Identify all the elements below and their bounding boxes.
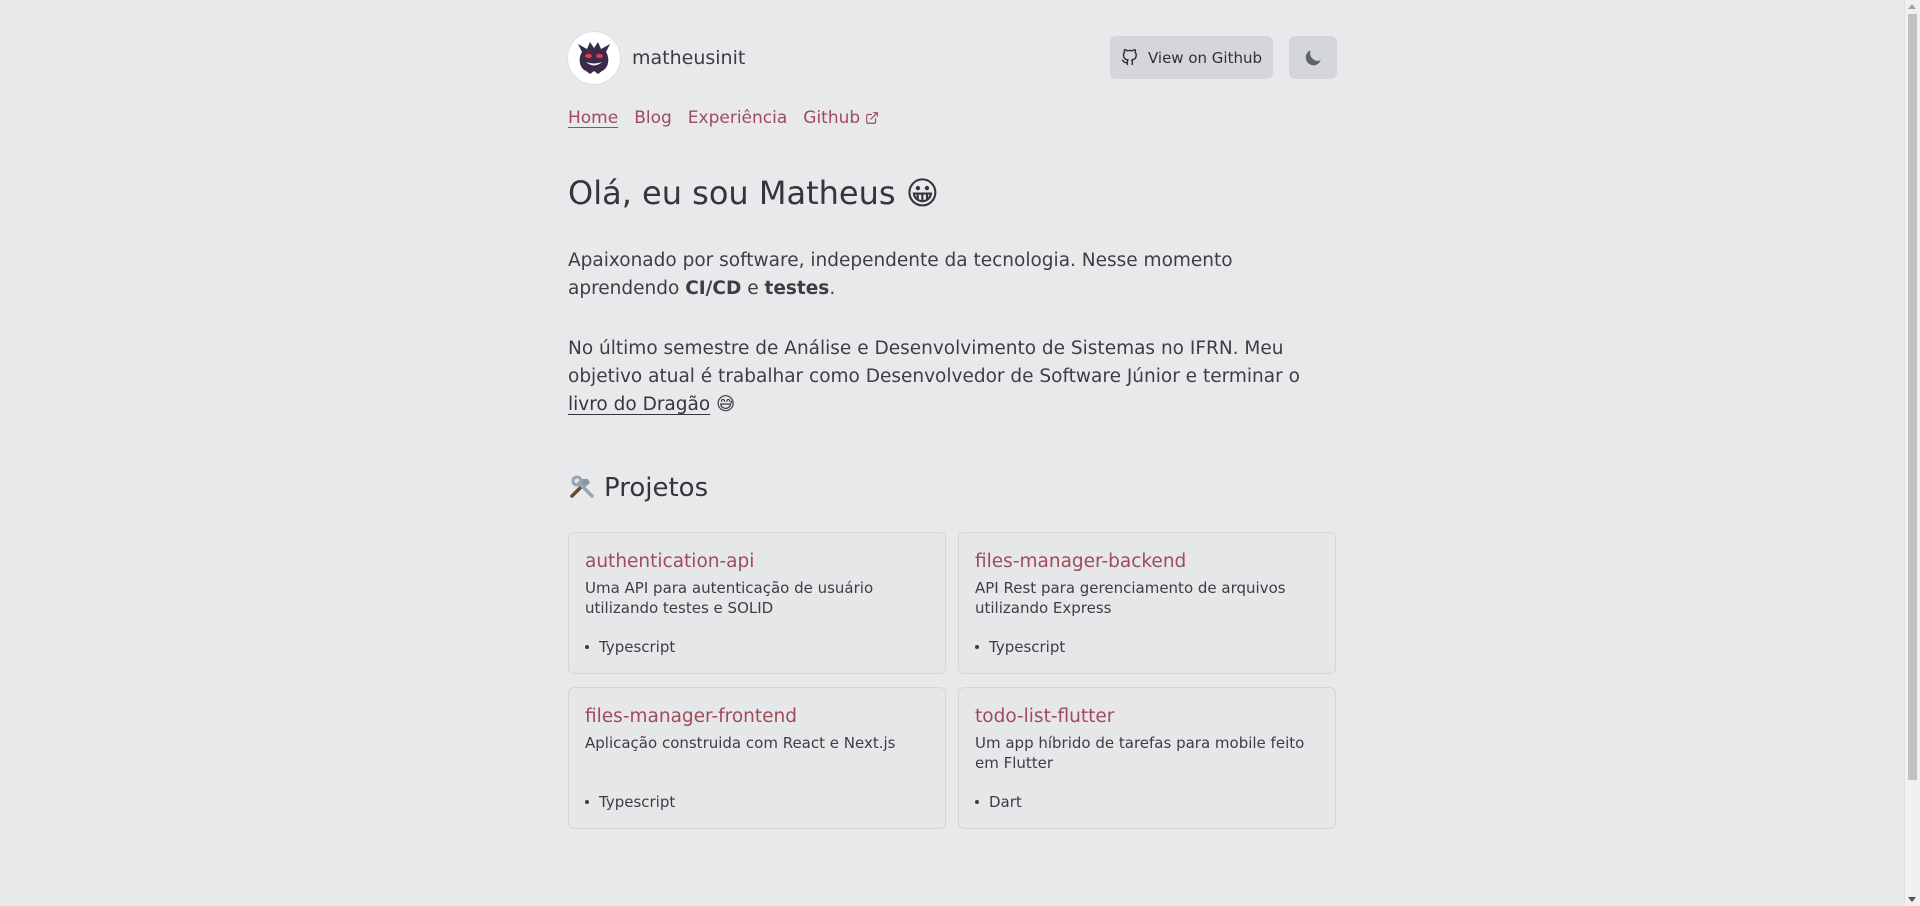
project-card-todo-list-flutter[interactable]: todo-list-flutter Um app híbrido de tare…: [958, 687, 1336, 829]
project-language: Typescript: [585, 793, 675, 811]
gengar-avatar-icon: [578, 42, 610, 74]
view-on-github-label: View on Github: [1147, 48, 1263, 67]
intro-ci-cd: CI/CD: [685, 278, 742, 299]
theme-toggle-button[interactable]: [1289, 36, 1337, 79]
intro-end: .: [829, 278, 836, 299]
project-language-label: Typescript: [989, 638, 1066, 656]
scrollbar-thumb[interactable]: [1908, 14, 1917, 780]
about-paragraph: No último semestre de Análise e Desenvol…: [568, 335, 1337, 419]
project-description: Um app híbrido de tarefas para mobile fe…: [975, 734, 1305, 772]
vertical-scrollbar[interactable]: [1904, 0, 1920, 906]
main-nav: Home Blog Experiência Github: [568, 108, 879, 128]
dragon-book-link[interactable]: livro do Dragão: [568, 394, 710, 415]
project-language-label: Typescript: [599, 638, 676, 656]
project-title[interactable]: todo-list-flutter: [975, 706, 1319, 727]
about-emoji: 😅: [710, 394, 736, 415]
project-card-files-manager-backend[interactable]: files-manager-backend API Rest para gere…: [958, 532, 1336, 674]
project-card-files-manager-frontend[interactable]: files-manager-frontend Aplicação constru…: [568, 687, 946, 829]
nav-item-experiencia[interactable]: Experiência: [688, 108, 788, 128]
project-title[interactable]: files-manager-frontend: [585, 706, 929, 727]
intro-mid: e: [741, 278, 765, 299]
projects-heading-text: Projetos: [604, 473, 709, 503]
intro-paragraph: Apaixonado por software, independente da…: [568, 247, 1337, 303]
github-icon: [1121, 49, 1138, 66]
nav-item-home[interactable]: Home: [568, 108, 618, 128]
intro-prefix: Apaixonado por software, independente da…: [568, 250, 1233, 299]
nav-item-blog[interactable]: Blog: [634, 108, 672, 128]
nav-item-github-label: Github: [803, 108, 861, 128]
project-language: Typescript: [585, 638, 675, 656]
bullet-icon: [975, 645, 979, 649]
moon-icon: [1305, 49, 1321, 65]
bullet-icon: [585, 800, 589, 804]
about-text: No último semestre de Análise e Desenvol…: [568, 338, 1300, 387]
project-description: Uma API para autenticação de usuário uti…: [585, 579, 874, 617]
project-language: Typescript: [975, 638, 1065, 656]
nav-item-github[interactable]: Github: [803, 108, 879, 128]
bullet-icon: [975, 800, 979, 804]
brand-name[interactable]: matheusinit: [632, 47, 745, 69]
page: matheusinit View on Github Home Blog Exp…: [568, 0, 1337, 829]
site-header: matheusinit View on Github Home Blog Exp…: [568, 0, 1337, 128]
bullet-icon: [585, 645, 589, 649]
project-title[interactable]: authentication-api: [585, 551, 929, 572]
project-description: API Rest para gerenciamento de arquivos …: [975, 579, 1286, 617]
projects-heading: Projetos: [568, 473, 708, 503]
projects-grid: authentication-api Uma API para autentic…: [568, 532, 1337, 829]
scroll-up-arrow-icon[interactable]: [1908, 4, 1916, 9]
scroll-down-arrow-icon[interactable]: [1908, 897, 1916, 902]
intro-testes: testes: [764, 278, 830, 299]
project-language-label: Dart: [989, 793, 1022, 811]
page-title: Olá, eu sou Matheus 😀: [568, 174, 940, 212]
project-description: Aplicação construida com React e Next.js: [585, 734, 896, 752]
brand[interactable]: matheusinit: [568, 32, 745, 84]
avatar[interactable]: [568, 32, 620, 84]
project-card-authentication-api[interactable]: authentication-api Uma API para autentic…: [568, 532, 946, 674]
view-on-github-button[interactable]: View on Github: [1110, 36, 1273, 79]
project-language: Dart: [975, 793, 1022, 811]
project-title[interactable]: files-manager-backend: [975, 551, 1319, 572]
project-language-label: Typescript: [599, 793, 676, 811]
external-link-icon: [865, 111, 879, 125]
hammer-and-wrench-icon: [568, 474, 596, 502]
